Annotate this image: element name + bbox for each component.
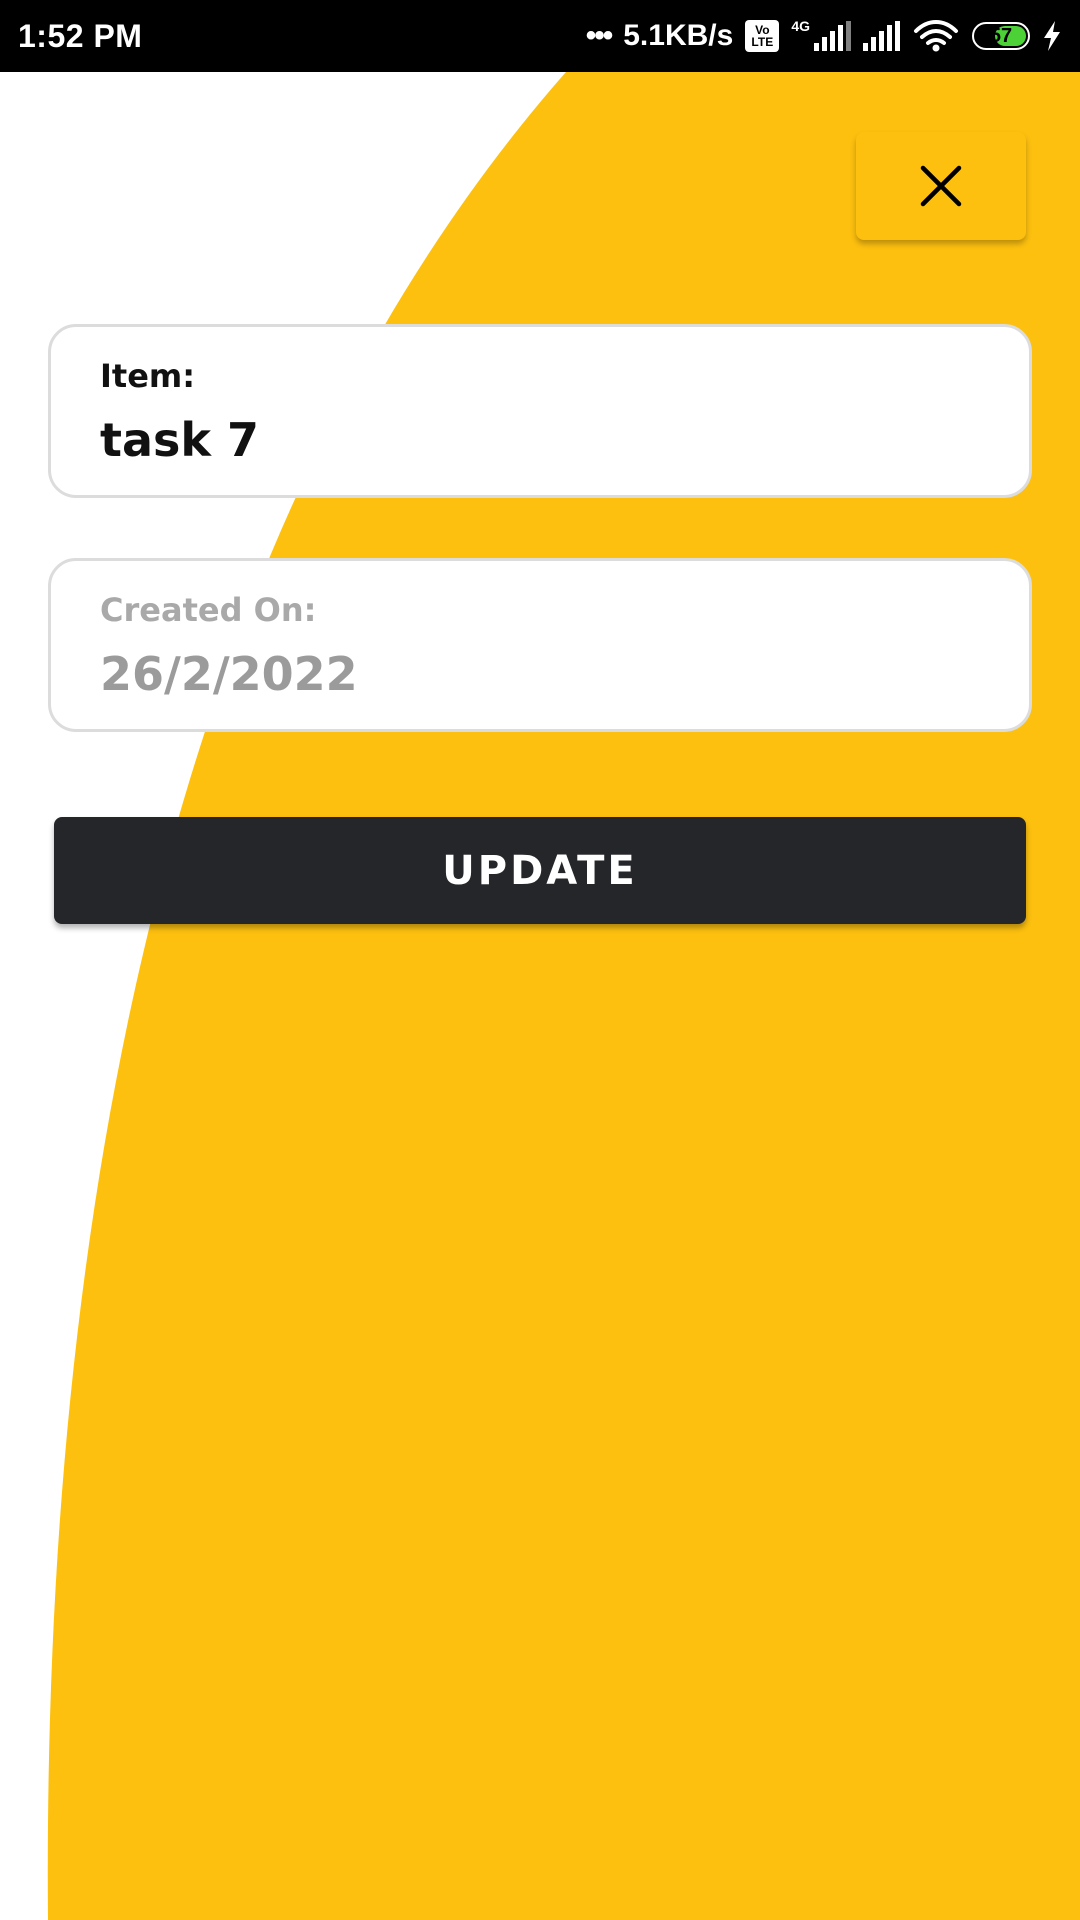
battery-level: 57: [989, 24, 1013, 47]
signal-icon: [863, 21, 900, 51]
created-on-label: Created On:: [100, 591, 317, 629]
created-on-field: Created On: 26/2/2022: [48, 558, 1032, 732]
network-type: 4G: [791, 18, 810, 34]
volte-bottom-text: LTE: [751, 35, 774, 49]
volte-icon: Vo LTE: [745, 20, 780, 52]
screen: 1:52 PM ••• 5.1KB/s Vo LTE 4G 57 Item: t…: [0, 0, 1080, 1920]
status-icons: ••• 5.1KB/s Vo LTE 4G 57: [585, 18, 1062, 53]
close-button[interactable]: [856, 132, 1026, 240]
update-button[interactable]: UPDATE: [54, 817, 1026, 924]
notification-dots: •••: [585, 19, 613, 52]
item-input[interactable]: task 7: [100, 413, 259, 467]
close-icon: [920, 165, 962, 207]
status-time: 1:52 PM: [18, 17, 143, 54]
status-bar: 1:52 PM ••• 5.1KB/s Vo LTE 4G 57: [0, 0, 1080, 72]
battery-icon: 57: [972, 22, 1030, 50]
signal-icon: [814, 21, 851, 51]
yellow-background-shape: [47, 72, 1080, 1920]
item-field[interactable]: Item: task 7: [48, 324, 1032, 498]
created-on-value: 26/2/2022: [100, 647, 358, 701]
network-speed: 5.1KB/s: [623, 19, 734, 52]
wifi-icon: [914, 20, 958, 52]
item-label: Item:: [100, 357, 196, 395]
update-button-label: UPDATE: [442, 847, 638, 894]
charging-icon: [1044, 21, 1060, 51]
